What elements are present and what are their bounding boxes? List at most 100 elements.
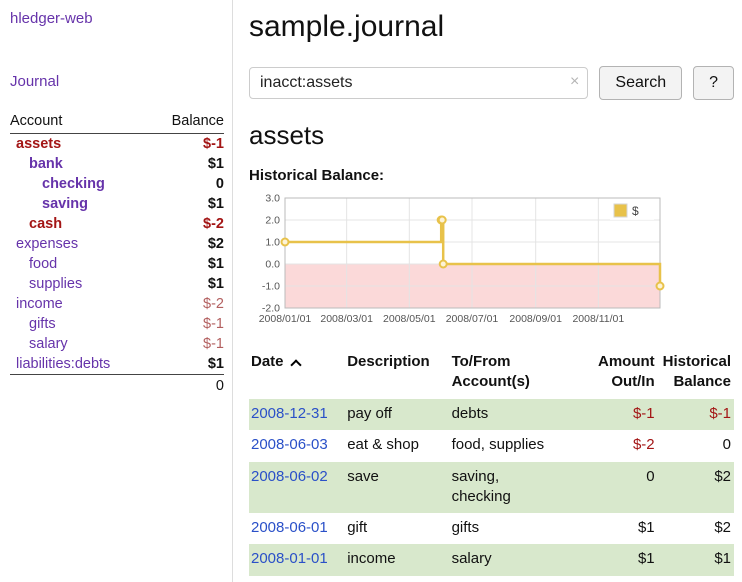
transaction-row: 2008-06-03eat & shopfood, supplies$-20 [249,430,734,461]
help-button[interactable]: ? [693,66,734,100]
account-link[interactable]: cash [29,216,62,232]
account-row: salary $-1 [10,334,224,354]
historical-balance-chart: 3.02.01.00.0-1.0-2.02008/01/012008/03/01… [249,190,734,334]
transaction-accounts: saving,checking [444,462,582,514]
transaction-accounts: debts [444,399,582,430]
account-link[interactable]: income [16,296,63,312]
app-title-link[interactable]: hledger-web [10,10,224,27]
register-header-accounts: To/FromAccount(s) [444,348,582,399]
svg-text:2008/01/01: 2008/01/01 [259,313,312,325]
account-link[interactable]: salary [29,336,68,352]
register-header-row: DateDescriptionTo/FromAccount(s)AmountOu… [249,348,734,399]
svg-text:2008/11/01: 2008/11/01 [572,313,624,325]
transaction-date-link[interactable]: 2008-06-02 [251,468,328,485]
svg-text:1.0: 1.0 [265,237,280,249]
journal-link[interactable]: Journal [10,73,224,90]
register-table: DateDescriptionTo/FromAccount(s)AmountOu… [249,348,734,576]
account-row: liabilities:debts$1 [10,354,224,375]
account-name-cell: assets [10,134,151,155]
account-balance: $1 [151,274,224,294]
transaction-date-link[interactable]: 2008-06-01 [251,519,328,536]
account-balance: $-2 [151,294,224,314]
register-header-date[interactable]: Date [249,348,339,399]
transaction-description: eat & shop [339,430,443,461]
account-row: saving $1 [10,194,224,214]
svg-text:2008/09/01: 2008/09/01 [509,313,562,325]
search-button[interactable]: Search [599,66,682,100]
accounts-table: Account Balance assets $-1 bank $1 checking 0… [10,110,224,396]
register-header-amount: AmountOut/In [582,348,655,399]
account-link[interactable]: checking [42,176,105,192]
transaction-description: save [339,462,443,514]
account-link[interactable]: gifts [29,316,56,332]
sort-ascending-icon [290,359,301,370]
account-name-cell: salary [10,334,151,354]
accounts-header-balance: Balance [151,110,224,134]
account-link[interactable]: assets [16,136,61,152]
account-link[interactable]: expenses [16,236,78,252]
transaction-accounts: food, supplies [444,430,582,461]
transaction-date-link[interactable]: 2008-12-31 [251,405,328,422]
transaction-date-link[interactable]: 2008-01-01 [251,550,328,567]
account-balance: $-1 [151,134,224,155]
transaction-balance: $-1 [655,399,734,430]
clear-search-icon[interactable]: × [570,73,579,91]
account-name-cell: food [10,254,151,274]
account-row: cash $-2 [10,214,224,234]
transaction-row: 2008-06-01giftgifts$1$2 [249,513,734,544]
account-balance: $-2 [151,214,224,234]
account-name-cell: cash [10,214,151,234]
account-link[interactable]: liabilities:debts [16,356,110,372]
app-window: hledger-web Journal Account Balance asse… [0,0,742,582]
svg-text:2008/03/01: 2008/03/01 [320,313,373,325]
transaction-amount: $1 [582,544,655,575]
account-balance: $1 [151,154,224,174]
accounts-header-account: Account [10,110,151,134]
account-row: gifts$-1 [10,314,224,334]
transaction-amount: 0 [582,462,655,514]
transaction-row: 2008-12-31pay offdebts$-1$-1 [249,399,734,430]
transaction-balance: $1 [655,544,734,575]
account-link[interactable]: supplies [29,276,82,292]
account-row: food$1 [10,254,224,274]
transaction-date-cell: 2008-06-01 [249,513,339,544]
transaction-balance: $2 [655,462,734,514]
svg-text:-1.0: -1.0 [262,281,280,293]
account-balance: $1 [151,194,224,214]
search-input[interactable] [249,67,588,99]
transaction-date-cell: 2008-01-01 [249,544,339,575]
account-row: assets $-1 [10,134,224,155]
transaction-accounts: salary [444,544,582,575]
section-title: assets [249,120,734,151]
sidebar: hledger-web Journal Account Balance asse… [0,0,233,582]
account-row: checking 0 [10,174,224,194]
account-balance: $-1 [151,334,224,354]
account-name-cell: bank [10,154,151,174]
transaction-balance: $2 [655,513,734,544]
search-bar: × Search ? [249,66,734,100]
account-name-cell: supplies [10,274,151,294]
account-name-cell: income [10,294,151,314]
account-name-cell: expenses [10,234,151,254]
search-box: × [249,67,588,99]
account-row: expenses$2 [10,234,224,254]
account-row: bank $1 [10,154,224,174]
transaction-row: 2008-06-02 savesaving,checking0$2 [249,462,734,514]
transaction-balance: 0 [655,430,734,461]
svg-text:2008/07/01: 2008/07/01 [446,313,499,325]
account-link[interactable]: saving [42,196,88,212]
account-row: income $-2 [10,294,224,314]
account-link[interactable]: food [29,256,57,272]
svg-text:3.0: 3.0 [265,193,280,205]
page-title: sample.journal [249,10,734,44]
svg-text:0.0: 0.0 [265,259,280,271]
transaction-row: 2008-01-01incomesalary$1$1 [249,544,734,575]
transaction-date-link[interactable]: 2008-06-03 [251,436,328,453]
accounts-total-row: 0 [10,375,224,397]
svg-text:2.0: 2.0 [265,215,280,227]
register-header-description: Description [339,348,443,399]
account-link[interactable]: bank [29,156,63,172]
transaction-amount: $1 [582,513,655,544]
account-balance: 0 [151,174,224,194]
transaction-description: income [339,544,443,575]
